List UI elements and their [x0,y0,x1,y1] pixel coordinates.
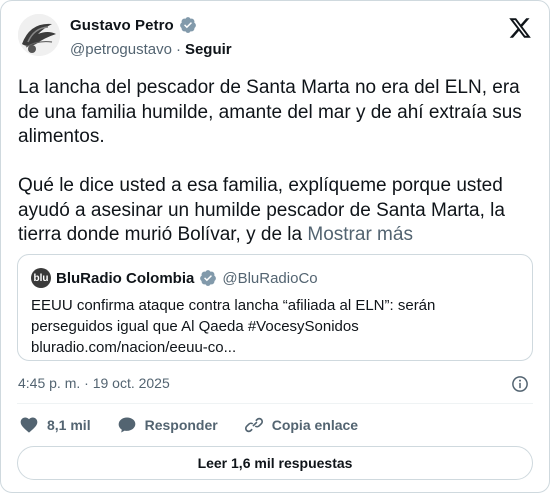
quote-body: EEUU confirma ataque contra lancha “afil… [31,295,521,358]
verified-badge-icon [179,16,197,34]
reply-button[interactable]: Responder [117,415,218,435]
like-button[interactable]: 8,1 mil [19,415,91,435]
follow-button[interactable]: Seguir [185,41,232,58]
show-more-link[interactable]: Mostrar más [307,224,413,245]
x-logo-icon[interactable] [508,16,532,40]
info-icon[interactable] [511,375,529,393]
quoted-tweet[interactable]: blu BluRadio Colombia @BluRadioCo EEUU c… [17,254,533,361]
tweet-card: Gustavo Petro @petrogustavo · Seguir La … [0,0,550,493]
copy-link-label: Copia enlace [271,417,359,433]
link-icon [244,417,263,433]
quote-avatar[interactable]: blu [31,268,51,288]
quote-author-name[interactable]: BluRadio Colombia [56,270,194,287]
author-avatar[interactable] [18,14,60,56]
quote-verified-badge-icon [199,269,217,287]
read-replies-button[interactable]: Leer 1,6 mil respuestas [17,446,533,480]
quote-text: EEUU confirma ataque contra lancha “afil… [31,297,436,335]
action-bar: 8,1 mil Responder Copia enlace [19,415,384,435]
reply-label: Responder [144,417,218,433]
handle-separator: · [175,41,181,58]
heart-icon [20,417,38,433]
tweet-text: La lancha del pescador de Santa Marta no… [18,76,534,248]
tweet-body: La lancha del pescador de Santa Marta no… [18,77,522,245]
author-name-row: Gustavo Petro [70,16,197,34]
quote-header: blu BluRadio Colombia @BluRadioCo [31,268,318,288]
tweet-timestamp[interactable]: 4:45 p. m. · 19 oct. 2025 [18,375,170,391]
reply-bubble-icon [118,417,135,433]
author-handle[interactable]: @petrogustavo [70,41,172,58]
author-name[interactable]: Gustavo Petro [70,17,174,34]
divider-top [17,403,533,404]
quote-author-handle[interactable]: @BluRadioCo [222,270,317,287]
copy-link-button[interactable]: Copia enlace [244,415,358,435]
quote-link[interactable]: bluradio.com/nacion/eeuu-co... [31,337,521,358]
like-count: 8,1 mil [47,417,91,433]
author-handle-row: @petrogustavo · Seguir [70,41,232,58]
